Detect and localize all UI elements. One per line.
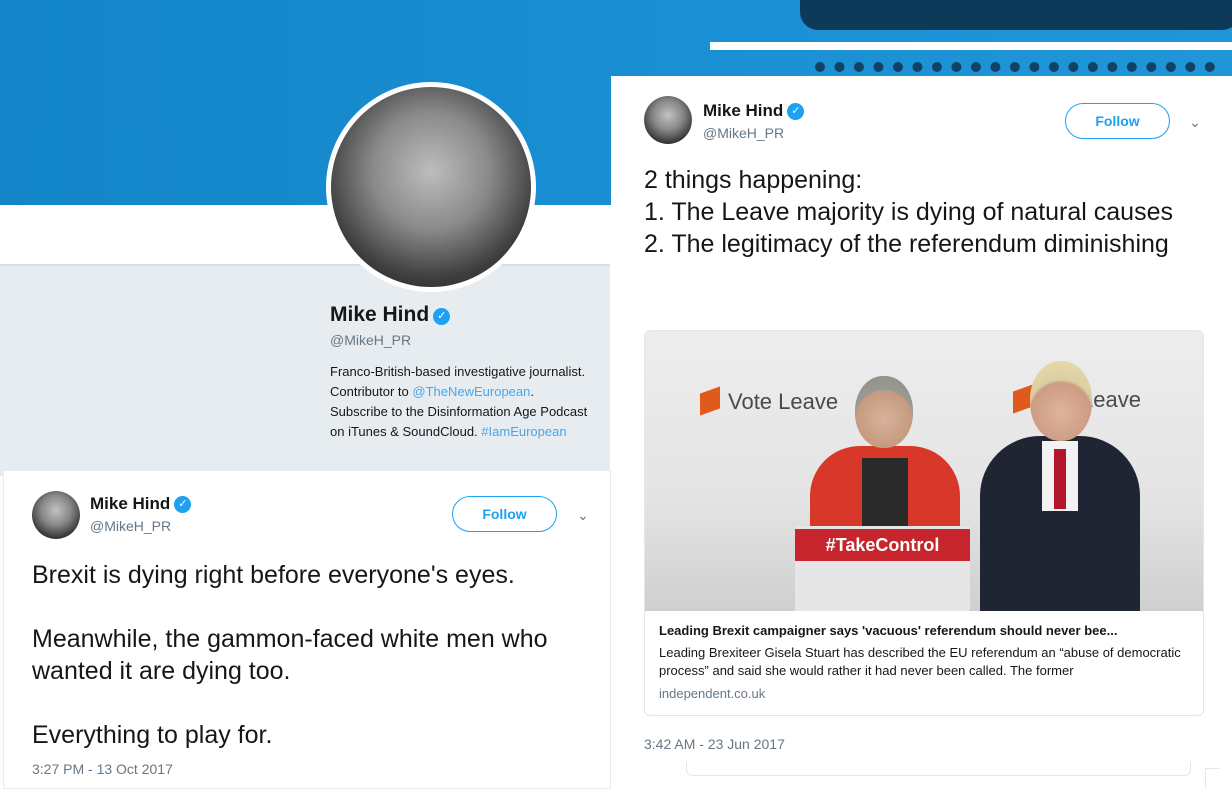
link-preview-text: Leading Brexit campaigner says 'vacuous'… [659, 623, 1194, 701]
follow-button[interactable]: Follow [1065, 103, 1170, 139]
bio-mention-link[interactable]: @TheNewEuropean [412, 384, 530, 399]
link-preview-card[interactable]: Vote Leave Leave #TakeControl Leading Br… [644, 330, 1204, 716]
link-title: Leading Brexit campaigner says 'vacuous'… [659, 623, 1118, 638]
tweet-handle[interactable]: @MikeH_PR [90, 518, 171, 534]
follow-button[interactable]: Follow [452, 496, 557, 532]
next-card-edge [686, 762, 1191, 776]
link-description: Leading Brexiteer Gisela Stuart has desc… [659, 645, 1181, 678]
profile-handle[interactable]: @MikeH_PR [330, 332, 411, 348]
banner-logo-shape [800, 0, 1232, 30]
tweet-line: 1. The Leave majority is dying of natura… [644, 198, 1173, 226]
profile-avatar[interactable] [326, 82, 536, 292]
tweet-text: 2 things happening: 1. The Leave majorit… [644, 164, 1214, 260]
verified-badge-icon: ✓ [433, 308, 451, 325]
next-card-edge [1205, 768, 1219, 789]
tweet-card: Mike Hind ✓ @MikeH_PR Follow ⌄ Brexit is … [3, 470, 611, 789]
tweet-author-name: Mike Hind [90, 494, 171, 513]
avatar-photo [331, 87, 531, 287]
link-preview-image: Vote Leave Leave #TakeControl [645, 331, 1203, 611]
tweet-line: Everything to play for. [32, 721, 273, 749]
tweet-timestamp[interactable]: 3:42 AM - 23 Jun 2017 [644, 736, 785, 752]
verified-badge-icon: ✓ [787, 103, 805, 120]
tweet-author-name: Mike Hind [703, 101, 784, 120]
profile-name: Mike Hind ✓ [330, 303, 451, 327]
profile-name-text: Mike Hind [330, 303, 430, 326]
tweet-author[interactable]: Mike Hind ✓ [90, 494, 192, 514]
tweet-handle[interactable]: @MikeH_PR [703, 125, 784, 141]
chevron-down-icon[interactable]: ⌄ [574, 506, 592, 524]
link-domain: independent.co.uk [659, 686, 766, 701]
avatar[interactable] [32, 491, 80, 539]
figure-head [1030, 361, 1092, 441]
tweet-text: Brexit is dying right before everyone's … [32, 559, 592, 751]
tweet-author[interactable]: Mike Hind ✓ [703, 101, 805, 121]
chevron-down-icon[interactable]: ⌄ [1186, 113, 1204, 131]
tweet-line: Brexit is dying right before everyone's … [32, 561, 515, 589]
bio-hashtag-link[interactable]: #IamEuropean [481, 424, 566, 439]
tweet-timestamp[interactable]: 3:27 PM - 13 Oct 2017 [32, 761, 173, 777]
tweet-line: Meanwhile, the gammon-faced white men wh… [32, 625, 548, 685]
tweet-card: Mike Hind ✓ @MikeH_PR Follow ⌄ 2 things h… [611, 76, 1232, 789]
verified-badge-icon: ✓ [174, 496, 192, 513]
podium-sign: #TakeControl [795, 529, 970, 561]
tweet-line: 2 things happening: [644, 166, 863, 194]
figure-head [855, 376, 913, 448]
tweet-line: 2. The legitimacy of the referendum dimi… [644, 230, 1169, 258]
standing-figure [980, 361, 1140, 611]
avatar[interactable] [644, 96, 692, 144]
vote-leave-logo-icon [700, 386, 720, 416]
banner-rule [710, 42, 1232, 50]
profile-bio: Franco-British-based investigative journ… [330, 362, 595, 442]
figure-tie [1054, 449, 1066, 509]
